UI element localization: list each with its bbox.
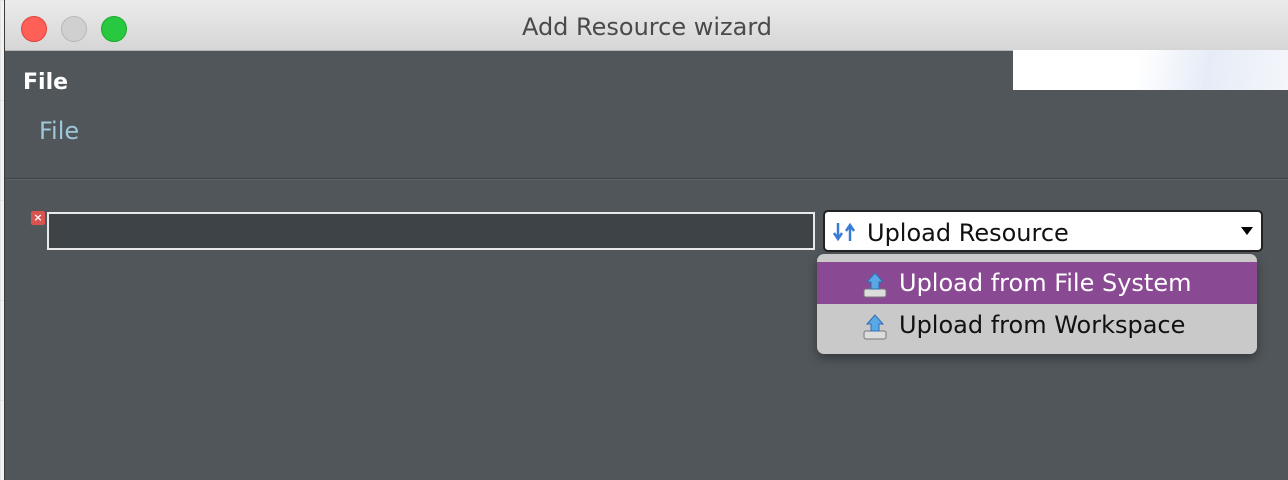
upload-download-arrows-icon: [832, 222, 856, 242]
error-icon: ×: [31, 211, 45, 225]
upload-dropdown-menu: Upload from File System Upload from Work…: [817, 254, 1257, 354]
upload-icon: [863, 314, 887, 340]
page-description: File: [39, 117, 80, 145]
menu-item-label: Upload from File System: [899, 269, 1192, 297]
wizard-banner-image: [1013, 50, 1288, 90]
chevron-down-icon: [1241, 227, 1253, 235]
menu-item-upload-workspace[interactable]: Upload from Workspace: [817, 304, 1257, 346]
combo-label: Upload Resource: [867, 219, 1069, 247]
wizard-window: Add Resource wizard File File × Upload R…: [4, 0, 1288, 480]
file-path-input[interactable]: [47, 212, 815, 250]
upload-icon: [863, 272, 887, 298]
menu-item-upload-file-system[interactable]: Upload from File System: [817, 262, 1257, 304]
upload-resource-combo[interactable]: Upload Resource: [823, 210, 1263, 252]
menu-item-label: Upload from Workspace: [899, 311, 1186, 339]
page-title: File: [23, 70, 69, 95]
header-separator: [5, 178, 1288, 179]
window-title: Add Resource wizard: [521, 13, 773, 41]
title-bar: Add Resource wizard: [5, 0, 1288, 51]
